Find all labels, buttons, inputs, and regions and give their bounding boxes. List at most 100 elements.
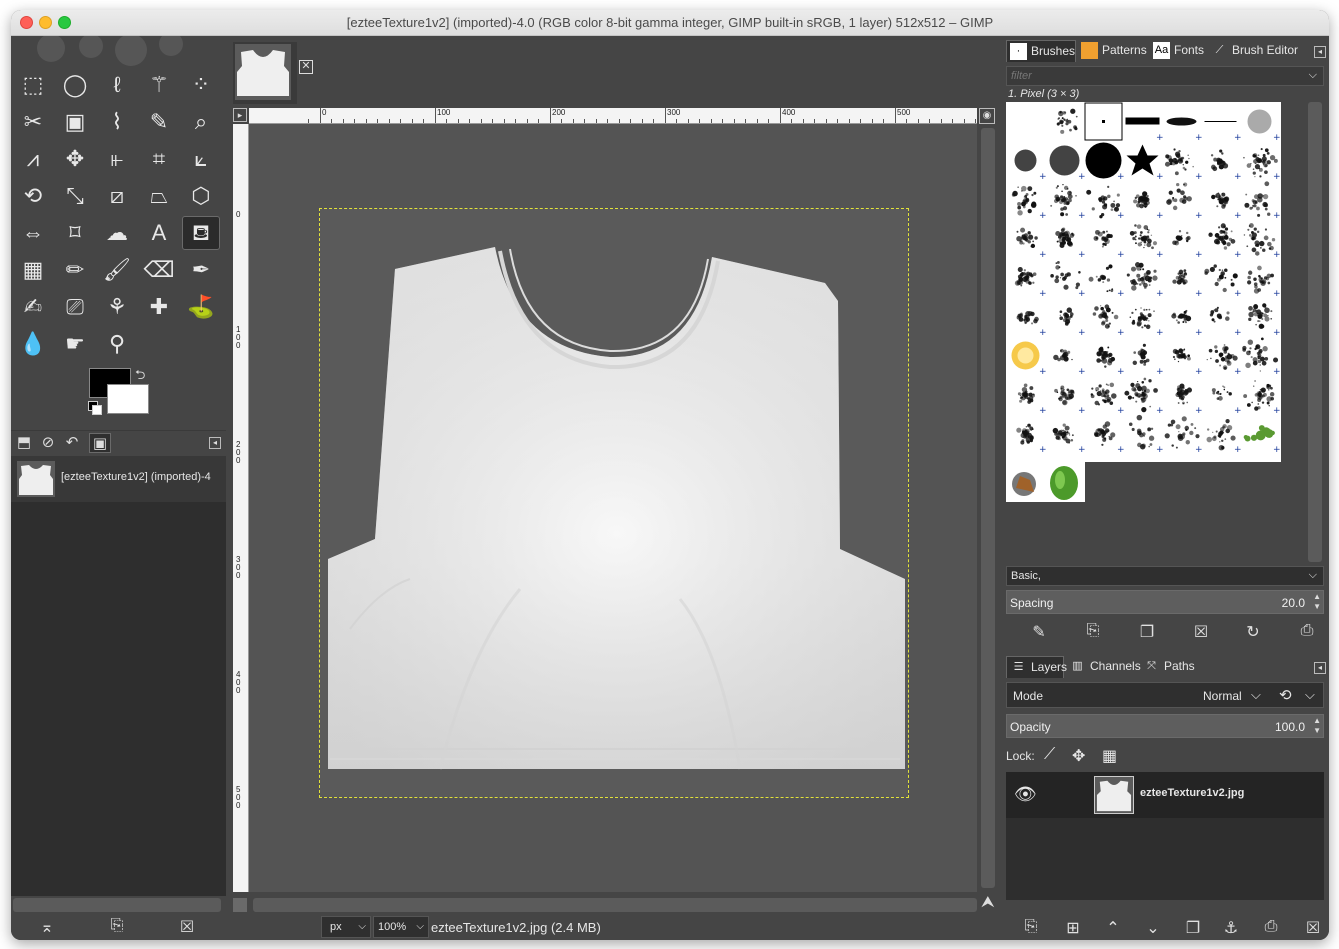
brush-cell[interactable]: + <box>1243 425 1281 455</box>
brush-cell[interactable]: + <box>1204 264 1242 299</box>
scale-icon[interactable]: ⤡ <box>56 179 94 213</box>
measure-icon[interactable]: ⩘ <box>14 142 52 176</box>
crop-icon[interactable]: ⌗ <box>140 142 178 176</box>
brush-cell[interactable]: + <box>1096 346 1125 377</box>
brush-cell[interactable]: + <box>1166 117 1203 144</box>
image-layer[interactable] <box>319 208 909 798</box>
perspective-icon[interactable]: ⏢ <box>140 179 178 213</box>
image-tab[interactable] <box>233 42 297 104</box>
color-picker-icon[interactable]: ✎ <box>140 105 178 139</box>
move-icon[interactable]: ✥ <box>56 142 94 176</box>
brush-cell[interactable]: + <box>1172 348 1203 377</box>
brush-cell[interactable]: + <box>1059 307 1086 338</box>
brush-cell[interactable] <box>1084 102 1123 141</box>
brush-cell[interactable]: + <box>1124 377 1164 416</box>
images-list-scrollbar[interactable] <box>13 898 221 912</box>
brush-cell[interactable]: + <box>1211 385 1242 416</box>
tab-channels[interactable]: ▥ Channels <box>1066 656 1140 678</box>
opacity-spinner[interactable]: Opacity 100.0 ▲ ▼ <box>1006 714 1324 738</box>
rect-select-icon[interactable]: ⬚ <box>14 68 52 102</box>
flip-icon[interactable]: ⇔ <box>14 216 52 250</box>
brush-cell[interactable]: + <box>1248 303 1281 338</box>
brush-cell[interactable]: + <box>1172 230 1203 260</box>
panel-menu-icon[interactable]: ◂ <box>209 437 221 449</box>
lock-position-icon[interactable]: ✥ <box>1072 746 1085 766</box>
brush-tag-select[interactable]: Basic, ⌵ <box>1006 566 1324 586</box>
eraser-icon[interactable]: ⌫ <box>140 253 178 287</box>
brush-cell[interactable]: + <box>1243 148 1281 182</box>
brush-cell[interactable]: + <box>1014 149 1047 183</box>
brushes-grid-last-row[interactable] <box>1006 462 1085 502</box>
rotate-icon[interactable]: ⟲ <box>14 179 52 213</box>
warp-transform-icon[interactable]: ☁ <box>98 216 136 250</box>
images-icon[interactable]: ▣ <box>89 433 111 453</box>
delete-brush-icon[interactable]: ☒ <box>1188 622 1214 644</box>
duplicate-layer-icon[interactable]: ❐ <box>1180 918 1206 940</box>
brush-cell[interactable]: + <box>1126 144 1164 183</box>
brush-cell[interactable]: + <box>1011 341 1047 378</box>
panel-menu-icon[interactable]: ◂ <box>1314 46 1326 58</box>
layer-composite-icon[interactable]: ⟲ <box>1279 686 1292 704</box>
new-layer-group-icon[interactable]: ⊞ <box>1060 918 1086 940</box>
brush-cell[interactable]: + <box>1017 383 1047 416</box>
brush-cell[interactable]: + <box>1210 149 1242 182</box>
brush-cell[interactable]: + <box>1172 269 1203 299</box>
horizontal-ruler[interactable]: 0 100 200 300 400 500 <box>249 108 977 124</box>
ellipse-select-icon[interactable]: ◯ <box>56 68 94 102</box>
raise-layer-icon[interactable]: ⌃ <box>1100 918 1126 940</box>
duplicate-brush-icon[interactable]: ❐ <box>1134 622 1160 644</box>
default-colors-icon[interactable] <box>88 401 102 415</box>
brush-cell[interactable]: + <box>1016 311 1047 338</box>
tab-fonts[interactable]: Aa Fonts <box>1150 40 1208 62</box>
clone-icon[interactable]: ⚘ <box>98 290 136 324</box>
brush-cell[interactable]: + <box>1211 192 1242 221</box>
quick-mask-toggle[interactable] <box>233 898 247 912</box>
brush-cell[interactable]: + <box>1164 416 1203 455</box>
spacing-spinner[interactable]: Spacing 20.0 ▲ ▼ <box>1006 590 1324 614</box>
layer-row[interactable]: 👁 ezteeTexture1v2.jpg <box>1006 772 1324 818</box>
close-image-tab-icon[interactable]: ✕ <box>299 60 313 74</box>
brush-cell[interactable]: + <box>1126 262 1164 299</box>
delete-layer-icon[interactable]: ☒ <box>1300 918 1326 940</box>
tab-brushes[interactable]: · Brushes <box>1006 40 1076 62</box>
lock-pixels-icon[interactable]: ⟋ <box>1044 746 1055 764</box>
brush-cell[interactable]: + <box>1242 337 1281 377</box>
visibility-eye-icon[interactable]: 👁 <box>1014 784 1037 805</box>
merge-layer-icon[interactable]: ⎙ <box>1258 918 1284 940</box>
swap-colors-icon[interactable]: ⮌ <box>135 366 145 388</box>
heal-icon[interactable]: ✚ <box>140 290 178 324</box>
navigate-image-icon[interactable]: ⮝ <box>981 894 997 912</box>
brush-cell[interactable]: + <box>1125 117 1164 144</box>
pencil-icon[interactable]: ✏ <box>56 253 94 287</box>
brush-cell[interactable]: + <box>1050 183 1086 221</box>
brush-cell[interactable]: + <box>1086 185 1125 221</box>
edit-brush-icon[interactable]: ✎ <box>1026 622 1052 644</box>
brush-cell[interactable]: + <box>1204 121 1242 144</box>
brush-cell[interactable]: + <box>1243 380 1281 416</box>
text-tool-icon[interactable]: A <box>140 216 178 250</box>
brush-cell[interactable]: + <box>1208 223 1242 260</box>
brush-cell[interactable]: + <box>1092 304 1125 338</box>
free-select-icon[interactable]: ℓ <box>98 68 136 102</box>
quick-mask-menu-icon[interactable]: ▸ <box>233 108 247 122</box>
delete-image-icon[interactable]: ☒ <box>175 917 199 937</box>
airbrush-icon[interactable]: ✒ <box>182 253 220 287</box>
brush-cell[interactable]: + <box>1206 344 1242 377</box>
brush-cell[interactable]: + <box>1209 306 1242 338</box>
brush-cell[interactable]: + <box>1133 191 1164 221</box>
brush-cell[interactable]: + <box>1014 266 1047 299</box>
tab-patterns[interactable]: Patterns <box>1078 40 1150 62</box>
brush-cell[interactable]: + <box>1016 227 1047 260</box>
brush-cell[interactable]: + <box>1164 148 1203 182</box>
brush-cell[interactable]: + <box>1129 224 1164 260</box>
smudge-icon[interactable]: ☛ <box>56 327 94 361</box>
spin-arrows-icon[interactable]: ▲ ▼ <box>1313 592 1321 612</box>
layer-mode-select[interactable]: Mode Normal ⌵ ⟲ ⌵ <box>1006 682 1324 708</box>
brush-cell[interactable]: + <box>1016 423 1047 455</box>
new-brush-icon[interactable]: ⎘ <box>1080 622 1106 644</box>
brush-cell[interactable]: + <box>1085 142 1125 183</box>
panel-menu-icon[interactable]: ◂ <box>1314 662 1326 674</box>
paths-tool-icon[interactable]: ⌇ <box>98 105 136 139</box>
blur-icon[interactable]: 💧 <box>14 327 52 361</box>
canvas-area[interactable] <box>249 124 977 892</box>
